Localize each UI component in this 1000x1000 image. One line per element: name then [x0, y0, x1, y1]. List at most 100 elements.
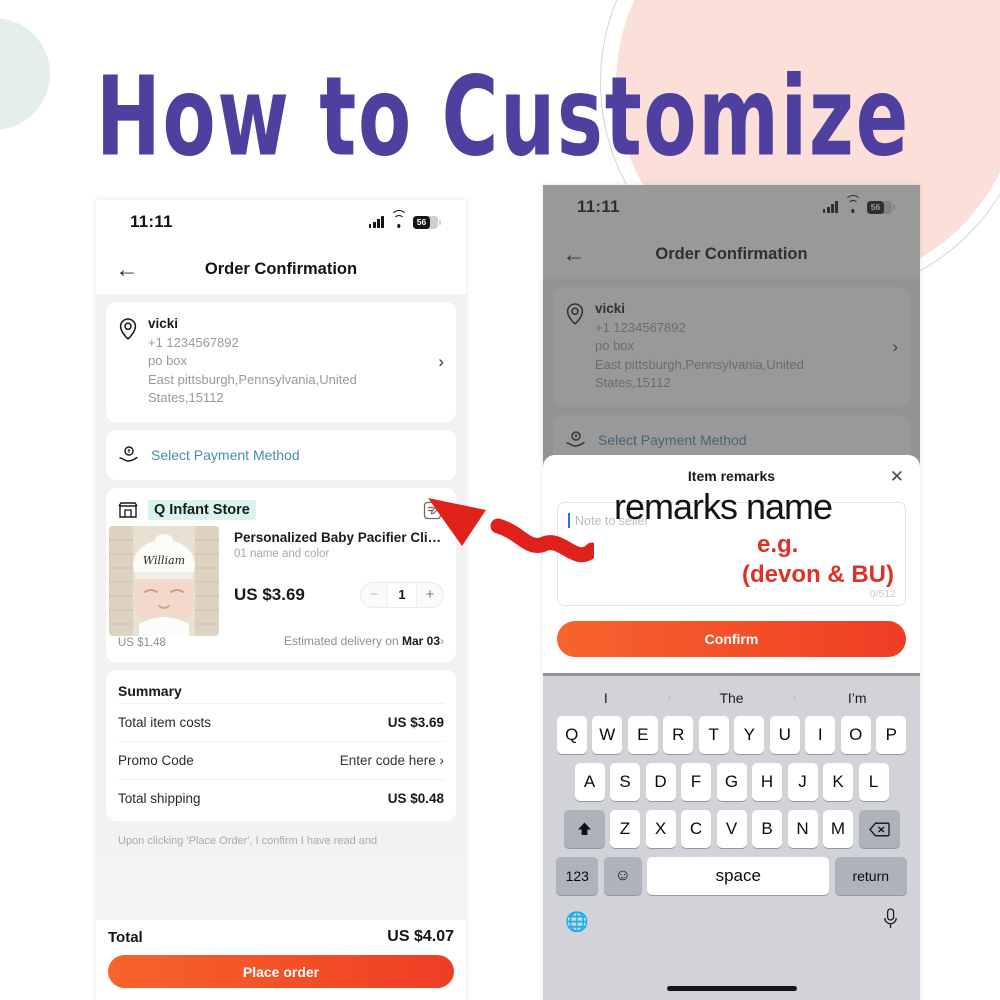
quantity-decrease-button[interactable]: − — [361, 583, 387, 607]
key-j[interactable]: J — [787, 763, 818, 801]
key-w[interactable]: W — [592, 716, 623, 754]
product-variant: 01 name and color — [234, 547, 330, 560]
summary-card: Summary Total item costs US $3.69 Promo … — [106, 669, 456, 821]
annotation-remarks-name: remarks name — [614, 486, 833, 527]
summary-label: Total item costs — [118, 714, 212, 730]
phone-screen-left: 11:11 56 ← Order Confirmation vicki +1 1… — [96, 200, 466, 1000]
place-order-button[interactable]: Place order — [108, 955, 454, 988]
delivery-estimate-date: Mar 03 — [401, 633, 440, 648]
address-card[interactable]: vicki +1 1234567892 po box East pittsbur… — [106, 302, 456, 422]
key-r[interactable]: R — [663, 716, 694, 754]
quantity-value: 1 — [387, 582, 417, 607]
key-v[interactable]: V — [716, 810, 747, 848]
key-y[interactable]: Y — [734, 716, 765, 754]
close-icon[interactable]: ✕ — [890, 468, 904, 485]
summary-row-promo-code[interactable]: Promo Code Enter code here › — [118, 740, 444, 779]
backspace-icon[interactable] — [858, 810, 900, 848]
payment-hand-coin-icon — [118, 445, 140, 465]
key-m[interactable]: M — [823, 810, 853, 848]
emoji-smiley-icon[interactable]: ☺ — [603, 857, 642, 895]
phone-screen-right: 11:11 56 ← Order Confirmation vicki +1 1… — [543, 185, 920, 1000]
total-label: Total — [108, 928, 143, 946]
key-x[interactable]: X — [645, 810, 676, 848]
key-b[interactable]: B — [752, 810, 782, 848]
address-phone: +1 1234567892 — [148, 335, 239, 350]
shipping-cost: US $1.48 — [118, 636, 166, 649]
summary-value: US $0.48 — [387, 790, 444, 806]
annotation-example: (devon & BU) — [742, 561, 894, 588]
key-c[interactable]: C — [681, 810, 711, 848]
battery-level: 56 — [416, 216, 427, 227]
order-disclaimer: Upon clicking 'Place Order', I confirm I… — [118, 834, 378, 847]
summary-row-item-costs: Total item costs US $3.69 — [118, 702, 444, 741]
key-d[interactable]: D — [645, 763, 676, 801]
address-line2: East pittsburgh,Pennsylvania,United — [148, 371, 357, 387]
key-q[interactable]: Q — [556, 716, 587, 754]
confirm-button[interactable]: Confirm — [557, 621, 906, 657]
key-a[interactable]: A — [574, 763, 605, 801]
key-h[interactable]: H — [752, 763, 782, 801]
keyboard-row-4: 123 ☺ space return — [543, 857, 920, 895]
total-row: Total US $4.07 — [108, 928, 454, 946]
back-arrow-icon[interactable]: ← — [112, 254, 142, 284]
delivery-estimate[interactable]: Estimated delivery on Mar 03› — [284, 634, 444, 649]
address-line3: States,15112 — [148, 390, 224, 406]
store-name[interactable]: Q Infant Store — [148, 499, 256, 520]
svg-text:William: William — [143, 554, 185, 567]
key-k[interactable]: K — [823, 763, 853, 801]
summary-label: Promo Code — [118, 752, 194, 768]
product-price: US $3.69 — [234, 584, 305, 604]
suggestion-1[interactable]: I — [543, 690, 669, 706]
microphone-icon[interactable] — [883, 908, 898, 936]
page-title: How to Customize — [96, 53, 910, 182]
summary-row-total-shipping: Total shipping US $0.48 — [118, 778, 444, 817]
key-i[interactable]: I — [805, 716, 836, 754]
key-l[interactable]: L — [858, 763, 889, 801]
product-row[interactable]: William Personalized Baby Pacifier Clip … — [106, 525, 456, 636]
key-o[interactable]: O — [840, 716, 871, 754]
home-indicator — [666, 986, 797, 991]
key-z[interactable]: Z — [610, 810, 640, 848]
summary-title: Summary — [118, 682, 182, 699]
modal-title: Item remarks — [687, 468, 776, 484]
keyboard-row-3: Z X C V B N M — [543, 810, 920, 848]
key-g[interactable]: G — [716, 763, 747, 801]
key-u[interactable]: U — [769, 716, 800, 754]
key-n[interactable]: N — [787, 810, 818, 848]
decor-circle-mint — [0, 18, 50, 130]
keyboard-row-1: Q W E R T Y U I O P — [543, 716, 920, 754]
suggestion-2[interactable]: The — [668, 690, 795, 706]
address-line1: po box — [148, 353, 188, 369]
quantity-increase-button[interactable]: + — [417, 583, 443, 607]
store-product-card: Q Infant Store William Personalized Baby… — [106, 487, 456, 662]
storefront-icon — [118, 501, 138, 519]
suggestion-3[interactable]: I’m — [794, 690, 920, 706]
quantity-stepper[interactable]: − 1 + — [360, 581, 444, 608]
key-space[interactable]: space — [647, 857, 830, 895]
key-p[interactable]: P — [876, 716, 907, 754]
order-content: vicki +1 1234567892 po box East pittsbur… — [96, 294, 466, 857]
status-icons: 56 — [368, 209, 441, 229]
status-time: 11:11 — [130, 212, 173, 231]
status-bar: 11:11 56 — [96, 200, 466, 244]
product-title: Personalized Baby Pacifier Clip Custo… — [234, 529, 444, 545]
store-row[interactable]: Q Infant Store — [106, 488, 456, 528]
key-t[interactable]: T — [698, 716, 729, 754]
keyboard-bottom-row: 🌐 — [543, 904, 920, 936]
key-numbers-toggle[interactable]: 123 — [556, 857, 599, 895]
address-chevron-icon[interactable]: › — [438, 352, 444, 372]
key-e[interactable]: E — [627, 716, 658, 754]
shift-up-icon[interactable] — [563, 810, 605, 848]
key-s[interactable]: S — [610, 763, 640, 801]
annotation-eg: e.g. — [757, 531, 799, 558]
checkout-bottom-bar: Total US $4.07 Place order — [96, 920, 466, 1000]
key-f[interactable]: F — [681, 763, 711, 801]
total-value: US $4.07 — [387, 928, 454, 945]
promo-code-link[interactable]: Enter code here › — [340, 753, 444, 768]
globe-icon[interactable]: 🌐 — [565, 910, 589, 934]
summary-label: Total shipping — [118, 790, 201, 806]
address-name: vicki — [148, 316, 179, 331]
key-return[interactable]: return — [834, 857, 907, 895]
summary-value: US $3.69 — [387, 714, 444, 730]
payment-method-card[interactable]: Select Payment Method — [106, 429, 456, 480]
